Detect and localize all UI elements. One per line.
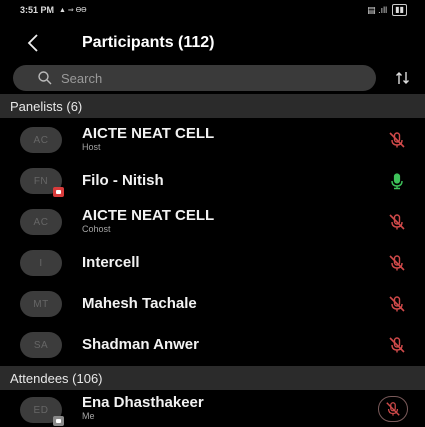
search-icon	[38, 71, 52, 85]
status-left: 3:51 PM ▲ ⇒ ϴϴ	[20, 5, 87, 15]
participant-name: Intercell	[82, 254, 140, 271]
participant-info: AICTE NEAT CELL Cohost	[82, 207, 214, 235]
page-title: Participants (112)	[82, 34, 215, 51]
signal-icon: ▤ .ıll	[367, 4, 388, 15]
sort-button[interactable]	[386, 64, 420, 92]
mic-muted-icon[interactable]	[388, 213, 406, 231]
back-button[interactable]	[8, 24, 58, 62]
participant-row[interactable]: FN Filo - Nitish	[0, 160, 425, 202]
search-input[interactable]: Search	[13, 65, 376, 91]
avatar: I	[20, 250, 62, 276]
mic-muted-icon[interactable]	[388, 254, 406, 272]
participant-info: AICTE NEAT CELL Host	[82, 125, 214, 153]
participant-name: Ena Dhasthakeer	[82, 394, 204, 411]
header: Participants (112)	[0, 24, 425, 62]
section-panelists: Panelists (6)	[0, 94, 425, 118]
participant-name: AICTE NEAT CELL	[82, 207, 215, 224]
status-time: 3:51 PM	[20, 5, 55, 15]
mic-muted-icon[interactable]	[388, 295, 406, 313]
participant-name: Shadman Anwer	[82, 336, 199, 353]
avatar: FN	[20, 168, 64, 197]
participant-name: Mahesh Tachale	[82, 295, 197, 312]
search-placeholder: Search	[61, 70, 103, 86]
mic-muted-icon[interactable]	[388, 131, 406, 149]
section-attendees: Attendees (106)	[0, 366, 425, 390]
participant-info: Intercell	[82, 254, 140, 271]
avatar: ED	[20, 397, 64, 426]
sort-icon	[396, 72, 409, 84]
participant-row[interactable]: I Intercell	[0, 242, 425, 284]
participant-row[interactable]: ED Ena Dhasthakeer Me	[0, 391, 425, 427]
participant-info: Shadman Anwer	[82, 336, 199, 353]
status-icons: ▲ ⇒ ϴϴ	[59, 7, 87, 14]
share-badge-icon	[53, 187, 64, 197]
participant-role: Host	[82, 142, 101, 152]
mic-toggle-button[interactable]	[378, 396, 408, 422]
participant-role: Cohost	[82, 224, 111, 234]
chevron-left-icon	[27, 34, 38, 52]
mic-muted-icon[interactable]	[388, 336, 406, 354]
status-bar: 3:51 PM ▲ ⇒ ϴϴ ▤ .ıll ▮▮	[0, 0, 425, 20]
mic-icon[interactable]	[388, 172, 406, 190]
participant-row[interactable]: AC AICTE NEAT CELL Cohost	[0, 202, 425, 242]
participant-role: Me	[82, 411, 95, 421]
participant-row[interactable]: MT Mahesh Tachale	[0, 284, 425, 324]
participant-name: AICTE NEAT CELL	[82, 125, 215, 142]
participant-info: Ena Dhasthakeer Me	[82, 394, 204, 422]
participant-row[interactable]: SA Shadman Anwer	[0, 324, 425, 366]
participant-info: Filo - Nitish	[82, 172, 164, 189]
avatar: AC	[20, 127, 62, 153]
participant-info: Mahesh Tachale	[82, 295, 197, 312]
avatar: SA	[20, 332, 62, 358]
avatar-initials: FN	[33, 175, 49, 187]
status-right: ▤ .ıll ▮▮	[367, 4, 407, 16]
avatar-initials: ED	[33, 404, 49, 416]
mic-muted-icon	[386, 402, 400, 416]
avatar: MT	[20, 291, 62, 317]
device-badge-icon	[53, 416, 64, 426]
participant-row[interactable]: AC AICTE NEAT CELL Host	[0, 120, 425, 160]
battery-icon: ▮▮	[392, 4, 407, 16]
participant-name: Filo - Nitish	[82, 172, 164, 189]
avatar: AC	[20, 209, 62, 235]
search-row: Search	[0, 64, 425, 92]
